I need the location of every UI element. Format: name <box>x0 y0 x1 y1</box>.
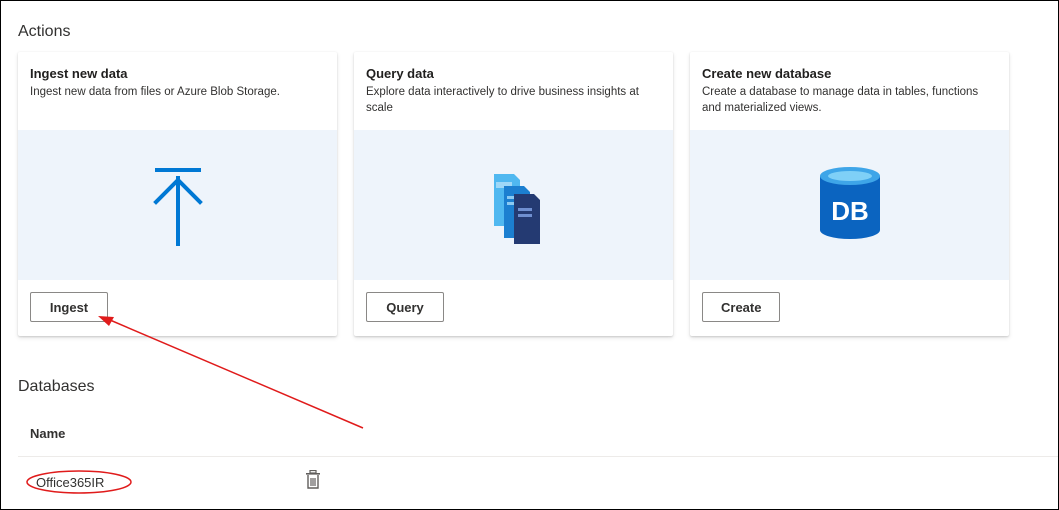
database-icon-label: DB <box>831 196 869 226</box>
column-header-name[interactable]: Name <box>30 426 65 441</box>
create-database-card-illustration: DB <box>690 130 1009 280</box>
ingest-card-illustration <box>18 130 337 280</box>
query-card-title: Query data <box>366 66 434 81</box>
database-icon: DB <box>819 167 880 239</box>
create-database-card-title: Create new database <box>702 66 832 81</box>
table-row[interactable]: Office365IR <box>18 458 1058 506</box>
query-button[interactable]: Query <box>366 292 444 322</box>
query-card-illustration <box>354 130 673 280</box>
upload-arrow-icon <box>152 168 203 246</box>
create-database-card-description: Create a database to manage data in tabl… <box>702 86 979 114</box>
databases-heading: Databases <box>18 378 95 395</box>
databases-table-header: Name <box>18 416 1058 457</box>
ingest-button[interactable]: Ingest <box>30 292 108 322</box>
query-card: Query data Explore data interactively to… <box>354 52 673 336</box>
actions-heading: Actions <box>18 23 71 40</box>
create-database-card: Create new database Create a database to… <box>690 52 1009 336</box>
ingest-card: Ingest new data Ingest new data from fil… <box>18 52 337 336</box>
database-name-link[interactable]: Office365IR <box>36 475 104 490</box>
create-button[interactable]: Create <box>702 292 781 322</box>
query-documents-icon <box>493 174 540 244</box>
ingest-card-description: Ingest new data from files or Azure Blob… <box>30 86 280 98</box>
ingest-card-title: Ingest new data <box>30 66 128 81</box>
delete-icon[interactable] <box>304 470 322 490</box>
query-card-description: Explore data interactively to drive busi… <box>366 86 639 114</box>
